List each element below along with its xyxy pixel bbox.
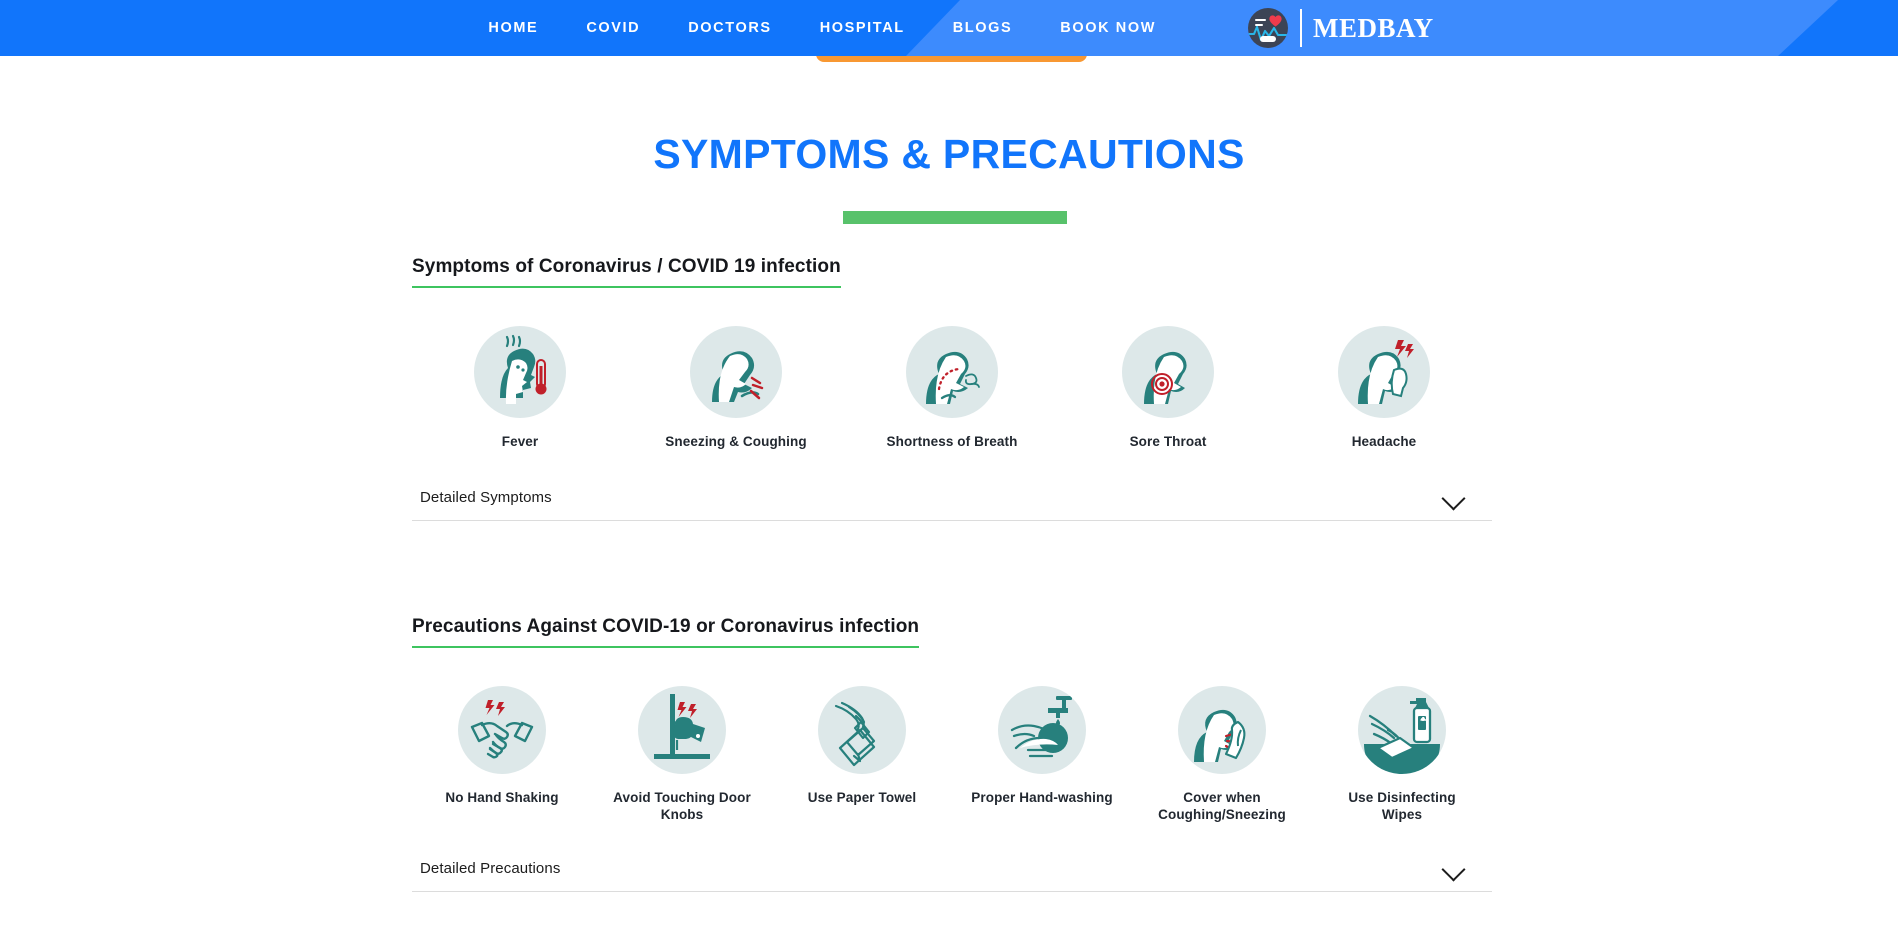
- precaution-label: Avoid Touching Door Knobs: [613, 790, 751, 822]
- nav-link-covid[interactable]: COVID: [562, 20, 664, 36]
- precaution-label: Proper Hand-washing: [971, 790, 1113, 805]
- precaution-item-use-paper-towel[interactable]: Use Paper Towel: [772, 686, 952, 824]
- brand-name: MEDBAY: [1313, 12, 1434, 43]
- headache-icon: [1338, 326, 1430, 418]
- precaution-item-cover-when-coughing[interactable]: Cover when Coughing/Sneezing: [1132, 686, 1312, 824]
- nav-links: HOME COVID DOCTORS HOSPITAL BLOGS BOOK N…: [464, 20, 1180, 36]
- symptom-item-fever[interactable]: Fever: [412, 326, 628, 451]
- sneezing-coughing-icon: [690, 326, 782, 418]
- symptom-label: Sore Throat: [1129, 434, 1207, 449]
- brand-logo[interactable]: MEDBAY: [1248, 8, 1434, 48]
- hand-washing-icon: [998, 686, 1086, 774]
- precaution-item-proper-hand-washing[interactable]: Proper Hand-washing: [952, 686, 1132, 824]
- nav-link-doctors[interactable]: DOCTORS: [664, 20, 795, 36]
- top-navigation-bar: HOME COVID DOCTORS HOSPITAL BLOGS BOOK N…: [0, 0, 1898, 56]
- precaution-item-disinfecting-wipes[interactable]: Use Disinfecting Wipes: [1312, 686, 1492, 824]
- symptoms-heading: Symptoms of Coronavirus / COVID 19 infec…: [412, 256, 841, 288]
- precaution-item-no-hand-shaking[interactable]: No Hand Shaking: [412, 686, 592, 824]
- door-knob-icon: [638, 686, 726, 774]
- no-handshake-icon: [458, 686, 546, 774]
- symptom-item-sore-throat[interactable]: Sore Throat: [1060, 326, 1276, 451]
- chevron-down-icon[interactable]: [1442, 489, 1468, 505]
- symptom-item-headache[interactable]: Headache: [1276, 326, 1492, 451]
- detailed-symptoms-accordion[interactable]: Detailed Symptoms: [412, 479, 1492, 521]
- symptom-item-shortness-of-breath[interactable]: Shortness of Breath: [844, 326, 1060, 451]
- logo-line-2: [1255, 24, 1264, 26]
- sore-throat-icon: [1122, 326, 1214, 418]
- title-highlight-bar: [843, 211, 1067, 224]
- nav-link-book-now[interactable]: BOOK NOW: [1036, 20, 1180, 36]
- page-content: SYMPTOMS & PRECAUTIONS Symptoms of Coron…: [0, 56, 1898, 946]
- logo-line-1: [1255, 19, 1267, 21]
- precaution-label: Cover when Coughing/Sneezing: [1158, 790, 1286, 822]
- pill-icon: [1260, 36, 1277, 42]
- symptom-item-sneezing-coughing[interactable]: Sneezing & Coughing: [628, 326, 844, 451]
- nav-link-home[interactable]: HOME: [464, 20, 562, 36]
- precautions-icon-row: No Hand Shaking Avoid Touching Door Knob…: [412, 686, 1492, 824]
- precautions-heading: Precautions Against COVID-19 or Coronavi…: [412, 616, 920, 648]
- heart-icon: [1269, 15, 1282, 27]
- symptom-label: Fever: [501, 434, 539, 449]
- precaution-label: Use Paper Towel: [807, 790, 917, 805]
- fever-thermometer-icon: [474, 326, 566, 418]
- symptoms-icon-row: Fever Sneezing & Coughing Shortness of B…: [412, 326, 1492, 451]
- symptoms-section: Symptoms of Coronavirus / COVID 19 infec…: [412, 256, 1492, 521]
- nav-link-blogs[interactable]: BLOGS: [929, 20, 1037, 36]
- shortness-of-breath-icon: [906, 326, 998, 418]
- symptom-label: Shortness of Breath: [886, 434, 1018, 449]
- page-title: SYMPTOMS & PRECAUTIONS: [0, 131, 1898, 178]
- paper-towel-icon: [818, 686, 906, 774]
- accordion-label: Detailed Symptoms: [420, 488, 552, 506]
- cover-cough-icon: [1178, 686, 1266, 774]
- precaution-label: Use Disinfecting Wipes: [1348, 790, 1456, 822]
- nav-link-hospital[interactable]: HOSPITAL: [796, 20, 929, 36]
- page-title-text: SYMPTOMS & PRECAUTIONS: [653, 131, 1245, 177]
- detailed-precautions-accordion[interactable]: Detailed Precautions: [412, 850, 1492, 892]
- chevron-down-icon[interactable]: [1442, 860, 1468, 876]
- disinfecting-wipes-icon: [1358, 686, 1446, 774]
- medbay-globe-icon: [1248, 8, 1289, 48]
- symptom-label: Sneezing & Coughing: [665, 434, 807, 449]
- symptom-label: Headache: [1351, 434, 1417, 449]
- precautions-section: Precautions Against COVID-19 or Coronavi…: [412, 616, 1492, 892]
- logo-divider: [1300, 9, 1303, 47]
- accordion-label: Detailed Precautions: [420, 859, 561, 877]
- precaution-item-avoid-door-knobs[interactable]: Avoid Touching Door Knobs: [592, 686, 772, 824]
- precaution-label: No Hand Shaking: [445, 790, 559, 805]
